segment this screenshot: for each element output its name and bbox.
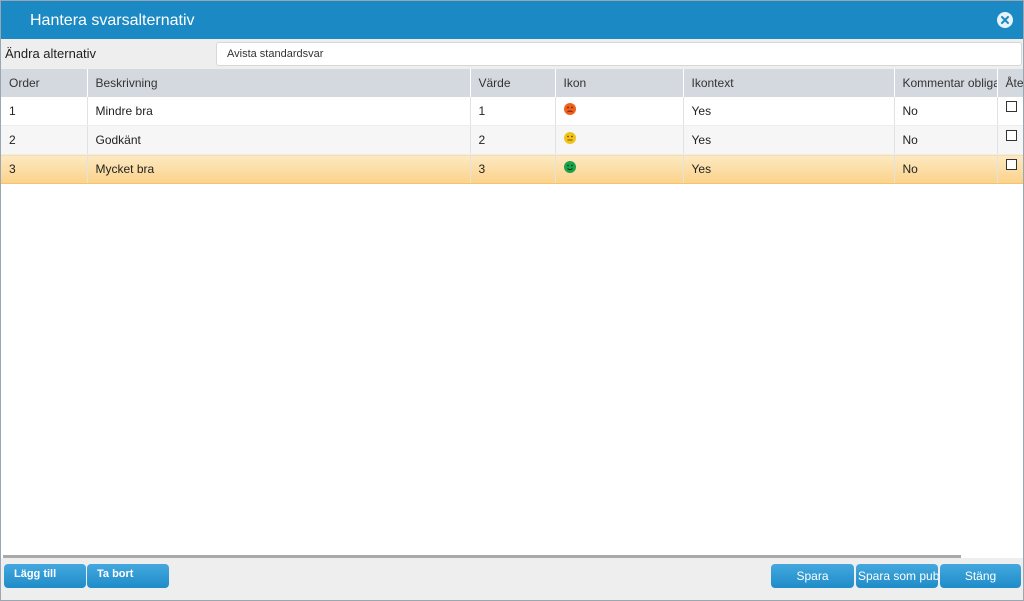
comment-required-cell: No [894,154,998,184]
table-row[interactable]: 3 Mycket bra 3 Yes No [1,154,1023,184]
column-header-description[interactable]: Beskrivning [87,69,471,97]
order-cell: 2 [1,125,88,155]
edit-option-label: Ändra alternativ [5,46,97,61]
icon-text-cell: Yes [683,154,895,184]
dialog-titlebar: Hantera svarsalternativ [1,1,1023,39]
table-header-row: Order Beskrivning Värde Ikon Ikontext Ko… [1,69,1023,97]
order-cell: 3 [1,154,88,184]
feedback-cell [997,97,1023,126]
neutral-face-icon [563,131,576,144]
column-header-feedback[interactable]: Återkoppling [997,69,1023,97]
close-icon[interactable] [997,12,1013,28]
save-button[interactable]: Spara [771,564,854,588]
column-header-value[interactable]: Värde [470,69,556,97]
options-table: Order Beskrivning Värde Ikon Ikontext Ko… [1,69,1023,184]
icon-text-cell: Yes [683,125,895,155]
icon-cell [555,97,684,126]
column-header-icon[interactable]: Ikon [555,69,684,97]
sad-face-icon [563,102,576,115]
feedback-checkbox[interactable] [1005,130,1017,142]
dialog-footer: Lägg till Ta bort Spara Spara som public… [1,558,1023,600]
option-name-input[interactable] [216,42,1022,66]
icon-cell [555,154,684,184]
column-header-icon-text[interactable]: Ikontext [683,69,895,97]
comment-required-cell: No [894,97,998,126]
dialog-title: Hantera svarsalternativ [30,12,195,29]
icon-cell [555,125,684,155]
value-cell: 3 [470,154,556,184]
add-button[interactable]: Lägg till [4,564,86,588]
feedback-cell [997,125,1023,155]
comment-required-cell: No [894,125,998,155]
close-button[interactable]: Stäng [940,564,1021,588]
options-grid: Order Beskrivning Värde Ikon Ikontext Ko… [1,69,1023,555]
description-cell: Godkänt [87,125,471,155]
icon-text-cell: Yes [683,97,895,126]
table-row[interactable]: 2 Godkänt 2 Yes No [1,125,1023,155]
dialog-window: Hantera svarsalternativ Ändra alternativ [0,0,1024,601]
description-cell: Mindre bra [87,97,471,126]
feedback-checkbox[interactable] [1005,101,1017,113]
value-cell: 1 [470,97,556,126]
feedback-checkbox[interactable] [1005,159,1017,171]
column-header-comment-required[interactable]: Kommentar obligatorisk [894,69,998,97]
description-cell: Mycket bra [87,154,471,184]
edit-option-row: Ändra alternativ [1,39,1023,69]
order-cell: 1 [1,97,88,126]
feedback-cell [997,154,1023,184]
column-header-order[interactable]: Order [1,69,88,97]
table-row[interactable]: 1 Mindre bra 1 Yes No [1,97,1023,126]
save-as-published-button[interactable]: Spara som publicerad [856,564,938,588]
happy-face-icon [563,160,576,173]
remove-button[interactable]: Ta bort [87,564,169,588]
value-cell: 2 [470,125,556,155]
